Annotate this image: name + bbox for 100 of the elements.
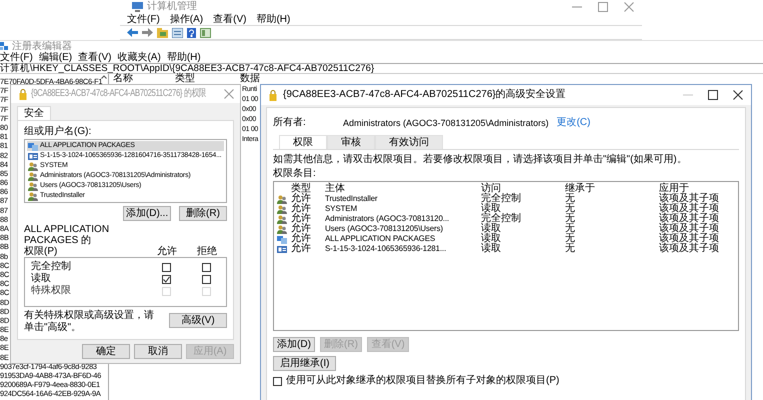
address-bar[interactable]: 计算机\HKEY_CLASSES_ROOT\AppID\{9CA88EE3-ACB7-47c8-AFC4-AB702511C276} [0,63,763,74]
field-label: 组或用户名(G): [24,126,92,138]
permissions-label: 权限(P) [24,246,58,257]
table-cell-text: 允许 [291,204,312,214]
table-cell-text: 无 [565,214,576,224]
tab[interactable]: 有效访问 [375,135,443,149]
computer-icon [132,2,143,12]
column-header[interactable]: 名称 [113,74,133,84]
properties-icon[interactable] [172,28,183,38]
checkbox[interactable] [162,262,170,272]
menu-item[interactable]: 文件(F) [127,14,160,26]
button[interactable]: 取消 [134,344,182,359]
users-icon [28,162,38,170]
column-header[interactable]: 继承于 [565,184,659,194]
section-label: 权限条目: [273,168,317,180]
table-cell-text: 允许 [291,214,312,224]
column-header: 允许 [156,246,178,257]
column-header[interactable]: 类型 [175,74,195,84]
column-header[interactable]: 类型 [291,184,325,194]
table-cell-text: 完全控制 [481,194,522,204]
users-icon [277,204,287,214]
menu-item[interactable]: 文件(F) [0,52,33,64]
id-card-icon [277,244,287,254]
menu-item[interactable]: 帮助(H) [256,14,290,26]
checkbox[interactable] [162,274,170,284]
window-title: {9CA88EE3-ACB7-47c8-AFC4-AB702511C276} 的权限 [31,88,206,100]
table-cell-text: 该项及其子项 [659,194,720,204]
column-header[interactable]: 应用于 [659,184,735,194]
table-cell-text: 允许 [291,244,312,254]
column-header[interactable]: 访问 [481,184,565,194]
table-cell-text: 无 [565,204,576,214]
tab[interactable]: 安全 [17,106,51,120]
menu-item[interactable]: 编辑(E) [38,52,72,64]
window-title: 计算机管理 [147,1,197,13]
button[interactable]: 确定 [82,344,130,359]
package-icon [277,234,287,244]
table-cell-text: 允许 [291,234,312,244]
window-title: 注册表编辑器 [12,40,72,52]
table-cell-text: 允许 [291,194,312,204]
button[interactable]: 删除(R) [179,206,227,221]
table-cell-text: TrustedInstaller [325,194,378,204]
table-cell-text: 该项及其子项 [659,224,720,234]
column-header: 拒绝 [196,246,218,257]
menu-item[interactable]: 收藏夹(A) [117,52,161,64]
info-text: 如需其他信息，请双击权限项目。若要修改权限项目，请选择该项目并单击"编辑"(如果可用)。 [273,154,688,166]
column-header[interactable]: 数据 [240,74,260,84]
column-header[interactable]: 主体 [325,184,481,194]
checkbox-label: 使用可从此对象继承的权限项目替换所有子对象的权限项目(P) [286,375,560,387]
menu-item[interactable]: 查看(V) [78,52,112,64]
users-icon [277,224,287,234]
panel-icon[interactable] [200,28,211,38]
help-icon[interactable] [187,28,196,38]
users-icon [277,194,287,204]
menu-item[interactable]: 查看(V) [213,14,246,26]
scroll-up-icon[interactable] [101,75,107,79]
menu-item[interactable]: 帮助(H) [166,52,201,64]
window-title: {9CA88EE3-ACB7-47c8-AFC4-AB702511C276}的高级安全设置 [283,89,566,101]
table-cell-text: S-1-15-3-1024-1065365936-1281... [325,244,448,254]
change-link[interactable]: 更改(C) [556,117,590,129]
permission-table[interactable] [273,181,739,331]
maximize-icon[interactable] [708,90,718,100]
table-cell-text: 无 [565,234,576,244]
close-icon[interactable] [733,90,743,100]
table-cell-text: 该项及其子项 [659,244,720,254]
table-cell-text: 读取 [481,244,502,254]
table-cell-text: 无 [565,194,576,204]
button[interactable]: 启用继承(I) [273,356,336,371]
tab[interactable]: 审核 [327,135,375,149]
checkbox[interactable] [202,262,210,272]
owner-name: Administrators (AGOC3-708131205\Administrators) [343,118,549,128]
owner-label: 所有者: [273,117,307,129]
table-cell-text: Administrators (AGOC3-70813120... [325,214,450,224]
menu-item[interactable]: 操作(A) [170,14,204,26]
checkbox[interactable] [273,376,282,386]
users-icon [277,214,287,224]
table-cell-text: 无 [565,244,576,254]
forward-arrow-icon[interactable] [142,28,153,37]
users-icon [28,192,38,200]
permission-name: 特殊权限 [31,285,72,297]
lock-icon [19,88,27,100]
button[interactable]: 添加(D)... [123,206,171,221]
table-cell-text: 读取 [481,224,502,234]
users-icon [28,182,38,190]
table-cell-text: SYSTEM [325,204,358,214]
tab[interactable]: 权限 [279,135,327,149]
folder-icon[interactable] [157,28,168,38]
table-cell-text: 读取 [481,204,501,214]
id-card-icon [28,152,38,160]
table-cell-text: 允许 [291,224,312,234]
permission-name: 完全控制 [31,261,72,272]
table-cell-text: 读取 [481,234,502,244]
permissions-label: ALL APPLICATION PACKAGES 的 [24,224,110,246]
button[interactable]: 高级(V) [169,313,227,328]
button[interactable]: 添加(D) [273,337,315,352]
table-cell-text: 完全控制 [481,214,522,224]
table-cell-text: 该项及其子项 [659,234,720,244]
back-arrow-icon[interactable] [127,28,138,37]
lock-icon [269,90,277,100]
table-cell-text: 无 [565,224,576,234]
checkbox[interactable] [202,274,210,284]
